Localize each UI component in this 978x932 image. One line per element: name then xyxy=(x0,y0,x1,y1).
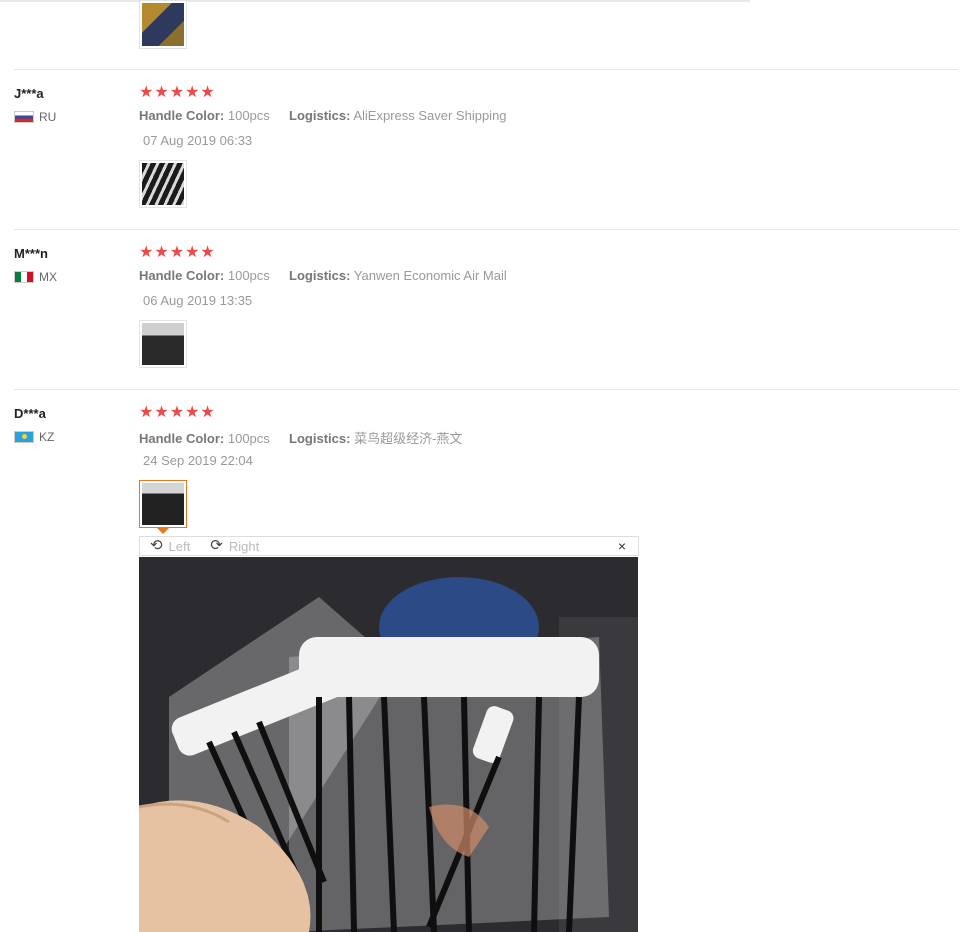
rotate-left-button[interactable]: Left xyxy=(169,539,191,554)
reviewer-country: KZ xyxy=(14,430,54,444)
review-photo-thumbnail[interactable] xyxy=(139,160,187,208)
reviewer-name: D***a xyxy=(14,406,46,421)
logistics-value: Yanwen Economic Air Mail xyxy=(353,268,507,283)
logistics-label: Logistics: xyxy=(289,268,351,283)
top-border xyxy=(0,0,750,2)
order-info: Handle Color: 100pcs Logistics: AliExpre… xyxy=(139,108,507,123)
handle-color-label: Handle Color: xyxy=(139,431,225,446)
rotate-right-icon[interactable]: ⟳ xyxy=(210,538,223,553)
star-rating: ★★★★★ xyxy=(139,84,216,101)
logistics-label: Logistics: xyxy=(289,108,351,123)
review-photo-thumbnail[interactable] xyxy=(139,320,187,368)
country-code: KZ xyxy=(39,430,55,444)
handle-color-label: Handle Color: xyxy=(139,108,225,123)
review-photo-thumbnail[interactable] xyxy=(139,0,187,49)
star-rating: ★★★★★ xyxy=(139,404,216,421)
photo-illustration xyxy=(139,557,638,932)
logistics-label: Logistics: xyxy=(289,431,351,446)
logistics-value: 菜鸟超级经济-燕文 xyxy=(354,431,463,446)
viewer-toolbar: ⟲ Left ⟳ Right × xyxy=(139,536,639,556)
order-info: Handle Color: 100pcs Logistics: 菜鸟超级经济-燕… xyxy=(139,428,462,447)
country-code: RU xyxy=(39,110,57,124)
review-photo xyxy=(142,483,184,525)
review-date: 06 Aug 2019 13:35 xyxy=(143,293,253,308)
review-photo xyxy=(142,3,184,46)
review-photo xyxy=(142,323,184,365)
review-photo-thumbnail-selected[interactable] xyxy=(139,480,187,534)
flag-kz-icon xyxy=(14,431,34,443)
reviewer-name: J***a xyxy=(14,86,44,101)
logistics-value: AliExpress Saver Shipping xyxy=(353,108,507,123)
handle-color-value: 100pcs xyxy=(227,431,270,446)
review-divider xyxy=(14,389,958,390)
review-item: D***a KZ ★★★★★ Handle Color: 100pcs Logi… xyxy=(14,404,958,546)
photo-viewer: ⟲ Left ⟳ Right × xyxy=(139,536,639,932)
rotate-right-button[interactable]: Right xyxy=(229,539,259,554)
review-photo xyxy=(142,163,184,205)
enlarged-review-photo xyxy=(139,557,638,932)
review-divider xyxy=(14,69,958,70)
handle-color-value: 100pcs xyxy=(227,108,270,123)
reviewer-country: MX xyxy=(14,270,57,284)
rotate-left-icon[interactable]: ⟲ xyxy=(150,538,163,553)
review-item: J***a RU ★★★★★ Handle Color: 100pcs Logi… xyxy=(14,84,958,226)
review-date: 24 Sep 2019 22:04 xyxy=(143,453,253,468)
handle-color-value: 100pcs xyxy=(227,268,270,283)
star-rating: ★★★★★ xyxy=(139,244,216,261)
review-item: M***n MX ★★★★★ Handle Color: 100pcs Logi… xyxy=(14,244,958,386)
reviewer-country: RU xyxy=(14,110,56,124)
reviewer-name: M***n xyxy=(14,246,48,261)
flag-mx-icon xyxy=(14,271,34,283)
country-code: MX xyxy=(39,270,57,284)
review-date: 07 Aug 2019 06:33 xyxy=(143,133,253,148)
order-info: Handle Color: 100pcs Logistics: Yanwen E… xyxy=(139,268,507,283)
flag-ru-icon xyxy=(14,111,34,123)
close-icon[interactable]: × xyxy=(618,538,626,554)
review-divider xyxy=(14,229,958,230)
handle-color-label: Handle Color: xyxy=(139,268,225,283)
